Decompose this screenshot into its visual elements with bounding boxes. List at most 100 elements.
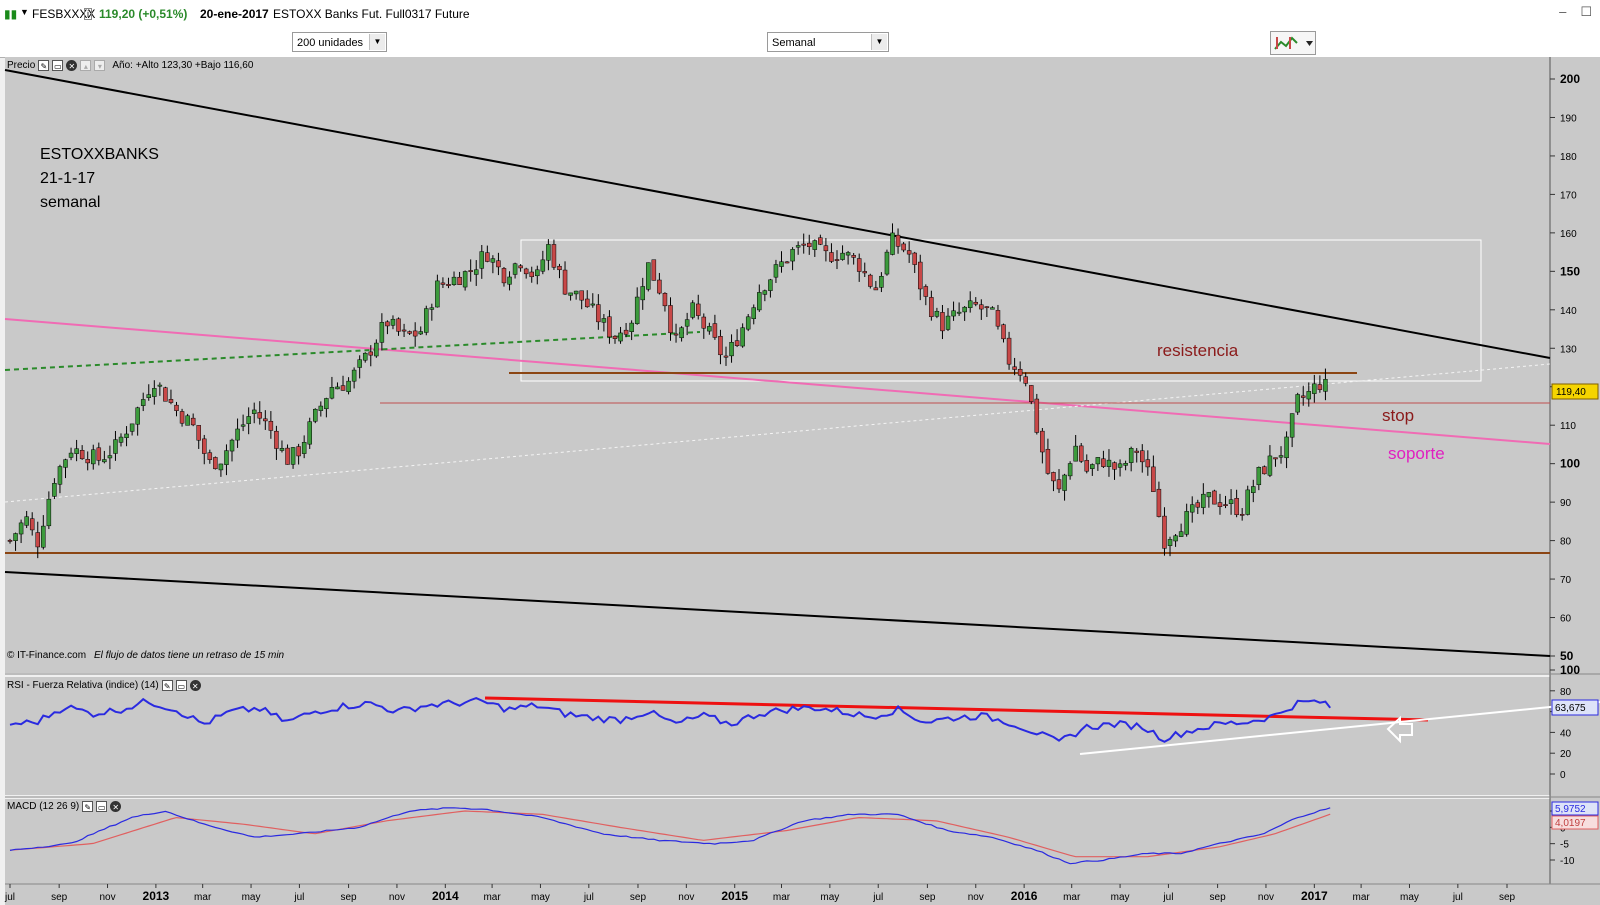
candle-body [418,331,423,335]
candle-body [185,415,190,426]
close-icon[interactable]: ✕ [66,60,78,71]
candle-body [768,279,773,291]
candle-body [296,446,301,457]
candle-body [840,252,845,260]
candle-body [1073,445,1078,462]
candle-body [973,301,979,305]
wrench-icon[interactable]: ✎ [161,680,173,691]
x-tick-label: nov [968,892,984,903]
rsi-panel-bg [5,677,1550,795]
candle-body [1090,464,1095,469]
x-tick-label: mar [194,892,212,903]
x-tick-label: nov [99,892,115,903]
chart-app-icon[interactable]: ▮▮ [4,7,17,21]
move-up-icon[interactable]: ▴ [80,60,92,71]
x-tick-label: jul [1452,892,1463,903]
candle-body [1151,466,1156,492]
candle-body [884,251,890,275]
candle-body [140,399,146,406]
wrench-icon[interactable]: ✎ [38,60,50,71]
minimize-icon[interactable]: – [1559,4,1566,20]
candle-body [1278,455,1284,458]
candle-body [923,286,929,297]
candle-body [390,318,396,326]
period-select[interactable]: Semanal ▼ [767,32,889,52]
symbol-dropdown-icon[interactable]: ▼ [20,7,29,17]
candle-body [868,274,873,287]
candle-body [557,265,562,271]
candle-body [701,316,707,329]
candle-body [951,310,956,317]
candle-body [673,333,679,336]
maximize-icon[interactable]: ☐ [1580,4,1592,20]
candle-body [795,245,801,248]
move-down-icon[interactable]: ▾ [94,60,106,71]
y-tick-label: 140 [1560,306,1577,317]
x-tick-label: mar [1352,892,1370,903]
candle-body [623,329,629,335]
soporte-label: soporte [1388,444,1445,463]
candle-body [535,269,540,277]
candle-body [301,442,307,454]
close-icon[interactable]: ✕ [189,680,201,691]
candle-body [523,268,529,275]
candle-body [18,522,24,535]
candle-body [1034,398,1040,433]
candle-body [346,380,351,392]
y-axis-bg [1550,57,1600,905]
candle-body [1300,395,1306,398]
candle-body [329,387,335,399]
units-select[interactable]: 200 unidades ▼ [292,32,387,52]
candle-body [113,439,118,454]
candle-body [906,250,912,255]
candle-body [251,409,257,414]
x-tick-label: sep [1210,892,1227,903]
candle-body [984,306,990,309]
y-tick-label: 80 [1560,687,1572,698]
y-tick-label: 70 [1560,575,1572,586]
y-tick-label: 110 [1560,421,1576,432]
candle-body [773,264,779,278]
candle-body [1223,504,1228,506]
window-icon[interactable]: ▭ [52,60,64,71]
info-icon[interactable]: i [84,8,92,20]
y-tick-label: 50 [1560,649,1574,663]
y-tick-label: 80 [1560,537,1572,548]
candle-body [174,404,179,411]
quote-date: 20-ene-2017 [200,7,269,21]
wrench-icon[interactable]: ✎ [82,801,94,812]
window-icon[interactable]: ▭ [96,801,108,812]
candle-body [818,237,823,245]
candle-body [24,516,29,526]
window-icon[interactable]: ▭ [175,680,187,691]
candle-body [207,452,213,460]
candle-body [318,405,324,411]
x-tick-label: nov [389,892,405,903]
candle-body [1312,383,1317,394]
y-tick-label: 60 [1560,614,1572,625]
candle-body [351,369,357,382]
x-tick-label: may [1400,892,1419,903]
candle-body [729,342,734,357]
candle-body [79,450,85,460]
candle-body [13,533,18,541]
chart-tools-button[interactable] [1270,31,1316,55]
candle-body [1178,531,1184,537]
candle-body [695,303,701,316]
candle-body [956,311,962,314]
candle-body [1206,492,1212,498]
candle-body [1212,490,1217,505]
candle-body [1006,337,1012,365]
candle-body [1284,436,1289,459]
candle-body [362,352,368,361]
candle-body [801,243,806,246]
candle-body [129,423,135,432]
candle-body [562,269,568,295]
candle-body [584,298,590,308]
candle-body [845,252,851,256]
candle-body [1001,324,1006,340]
candle-body [63,459,68,468]
candle-body [862,271,868,274]
candle-body [879,275,884,288]
close-icon[interactable]: ✕ [110,801,122,812]
